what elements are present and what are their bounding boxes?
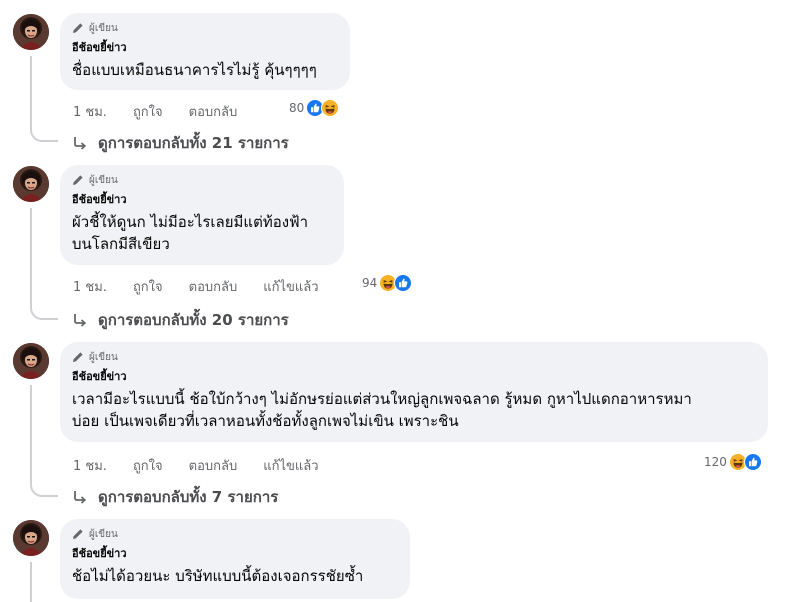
timestamp[interactable]: 1 ชม. [73, 455, 107, 476]
comment-text: ชื่อแบบเหมือนธนาคารไรไม่รู้ คุ้นๆๆๆๆ [72, 59, 338, 81]
reply-button[interactable]: ตอบกลับ [189, 276, 238, 297]
author-name[interactable]: อีช้อขยี้ข่าว [72, 370, 756, 384]
comment-text: ผัวชี้ให้ดูนก ไม่มีอะไรเลยมีแต่ท้องฟ้า บ… [72, 211, 332, 255]
comment-bubble: ผู้เขียน อีช้อขยี้ข่าว ช้อไม่ได้อวยนะ บร… [60, 519, 410, 599]
like-button[interactable]: ถูกใจ [133, 455, 163, 476]
pencil-icon [72, 22, 84, 34]
author-name[interactable]: อีช้อขยี้ข่าว [72, 193, 332, 207]
view-replies-link[interactable]: ดูการตอบกลับทั้ง 21 รายการ [72, 131, 289, 155]
view-replies-link[interactable]: ดูการตอบกลับทั้ง 20 รายการ [72, 308, 289, 332]
author-badge: ผู้เขียน [72, 350, 756, 364]
reply-arrow-icon [72, 489, 88, 505]
reaction-count: 120 [704, 455, 727, 469]
view-replies-label: ดูการตอบกลับทั้ง 7 รายการ [98, 488, 279, 506]
reaction-summary[interactable]: 80 [289, 99, 339, 117]
comment-bubble: ผู้เขียน อีช้อขยี้ข่าว เวลามีอะไรแบบนี้ … [60, 342, 768, 442]
comment-line: เวลามีอะไรแบบนี้ ช้อใบ้กว้างๆ ไม่อักษรย่… [72, 390, 692, 408]
comment-line: บนโลกมีสีเขียว [72, 235, 170, 253]
avatar[interactable] [13, 14, 49, 50]
reply-button[interactable]: ตอบกลับ [189, 455, 238, 476]
thread-line [30, 385, 32, 481]
reaction-summary[interactable]: 120 [704, 453, 762, 471]
comment-actions: 1 ชม. ถูกใจ ตอบกลับ แก้ไขแล้ว [73, 455, 345, 476]
reaction-count: 94 [362, 276, 378, 290]
thread-connector [30, 304, 58, 320]
comment-actions: 1 ชม. ถูกใจ ตอบกลับ แก้ไขแล้ว [73, 276, 345, 297]
badge-label: ผู้เขียน [89, 351, 118, 363]
badge-label: ผู้เขียน [89, 22, 118, 34]
badge-label: ผู้เขียน [89, 174, 118, 186]
pencil-icon [72, 351, 84, 363]
reply-arrow-icon [72, 312, 88, 328]
reaction-count: 80 [289, 101, 305, 115]
like-icon [394, 274, 412, 292]
comment-line: ชื่อแบบเหมือนธนาคารไรไม่รู้ คุ้นๆๆๆๆ [72, 61, 317, 79]
author-badge: ผู้เขียน [72, 21, 338, 35]
author-name[interactable]: อีช้อขยี้ข่าว [72, 41, 338, 55]
like-button[interactable]: ถูกใจ [133, 276, 163, 297]
thread-line [30, 56, 32, 126]
avatar[interactable] [13, 520, 49, 556]
reaction-summary[interactable]: 94 [362, 274, 412, 292]
comment-line: ผัวชี้ให้ดูนก ไม่มีอะไรเลยมีแต่ท้องฟ้า [72, 213, 309, 231]
view-replies-link[interactable]: ดูการตอบกลับทั้ง 7 รายการ [72, 485, 278, 509]
reply-arrow-icon [72, 135, 88, 151]
timestamp[interactable]: 1 ชม. [73, 101, 107, 122]
view-replies-label: ดูการตอบกลับทั้ง 21 รายการ [98, 134, 289, 152]
author-badge: ผู้เขียน [72, 173, 332, 187]
haha-icon [321, 99, 339, 117]
like-icon [744, 453, 762, 471]
reply-button[interactable]: ตอบกลับ [189, 101, 238, 122]
thread-line [30, 562, 32, 602]
author-name[interactable]: อีช้อขยี้ข่าว [72, 547, 398, 561]
avatar[interactable] [13, 166, 49, 202]
comment-text: ช้อไม่ได้อวยนะ บริษัทแบบนี้ต้องเจอกรรชัย… [72, 565, 398, 587]
pencil-icon [72, 174, 84, 186]
like-button[interactable]: ถูกใจ [133, 101, 163, 122]
pencil-icon [72, 528, 84, 540]
author-badge: ผู้เขียน [72, 527, 398, 541]
view-replies-label: ดูการตอบกลับทั้ง 20 รายการ [98, 311, 289, 329]
edited-label: แก้ไขแล้ว [263, 459, 319, 474]
comment-bubble: ผู้เขียน อีช้อขยี้ข่าว ผัวชี้ให้ดูนก ไม่… [60, 165, 344, 265]
thread-connector [30, 126, 58, 142]
comment-bubble: ผู้เขียน อีช้อขยี้ข่าว ชื่อแบบเหมือนธนาค… [60, 13, 350, 90]
comment-actions: 1 ชม. ถูกใจ ตอบกลับ [73, 101, 263, 122]
timestamp[interactable]: 1 ชม. [73, 276, 107, 297]
comment-line: ช้อไม่ได้อวยนะ บริษัทแบบนี้ต้องเจอกรรชัย… [72, 567, 364, 585]
comment-text: เวลามีอะไรแบบนี้ ช้อใบ้กว้างๆ ไม่อักษรย่… [72, 388, 756, 432]
edited-label: แก้ไขแล้ว [263, 280, 319, 295]
avatar[interactable] [13, 343, 49, 379]
thread-line [30, 208, 32, 304]
thread-connector [30, 481, 58, 497]
comment-line: บ่อย เป็นเพจเดียวที่เวลาหอนทั้งช้อทั้งลู… [72, 412, 459, 430]
badge-label: ผู้เขียน [89, 528, 118, 540]
